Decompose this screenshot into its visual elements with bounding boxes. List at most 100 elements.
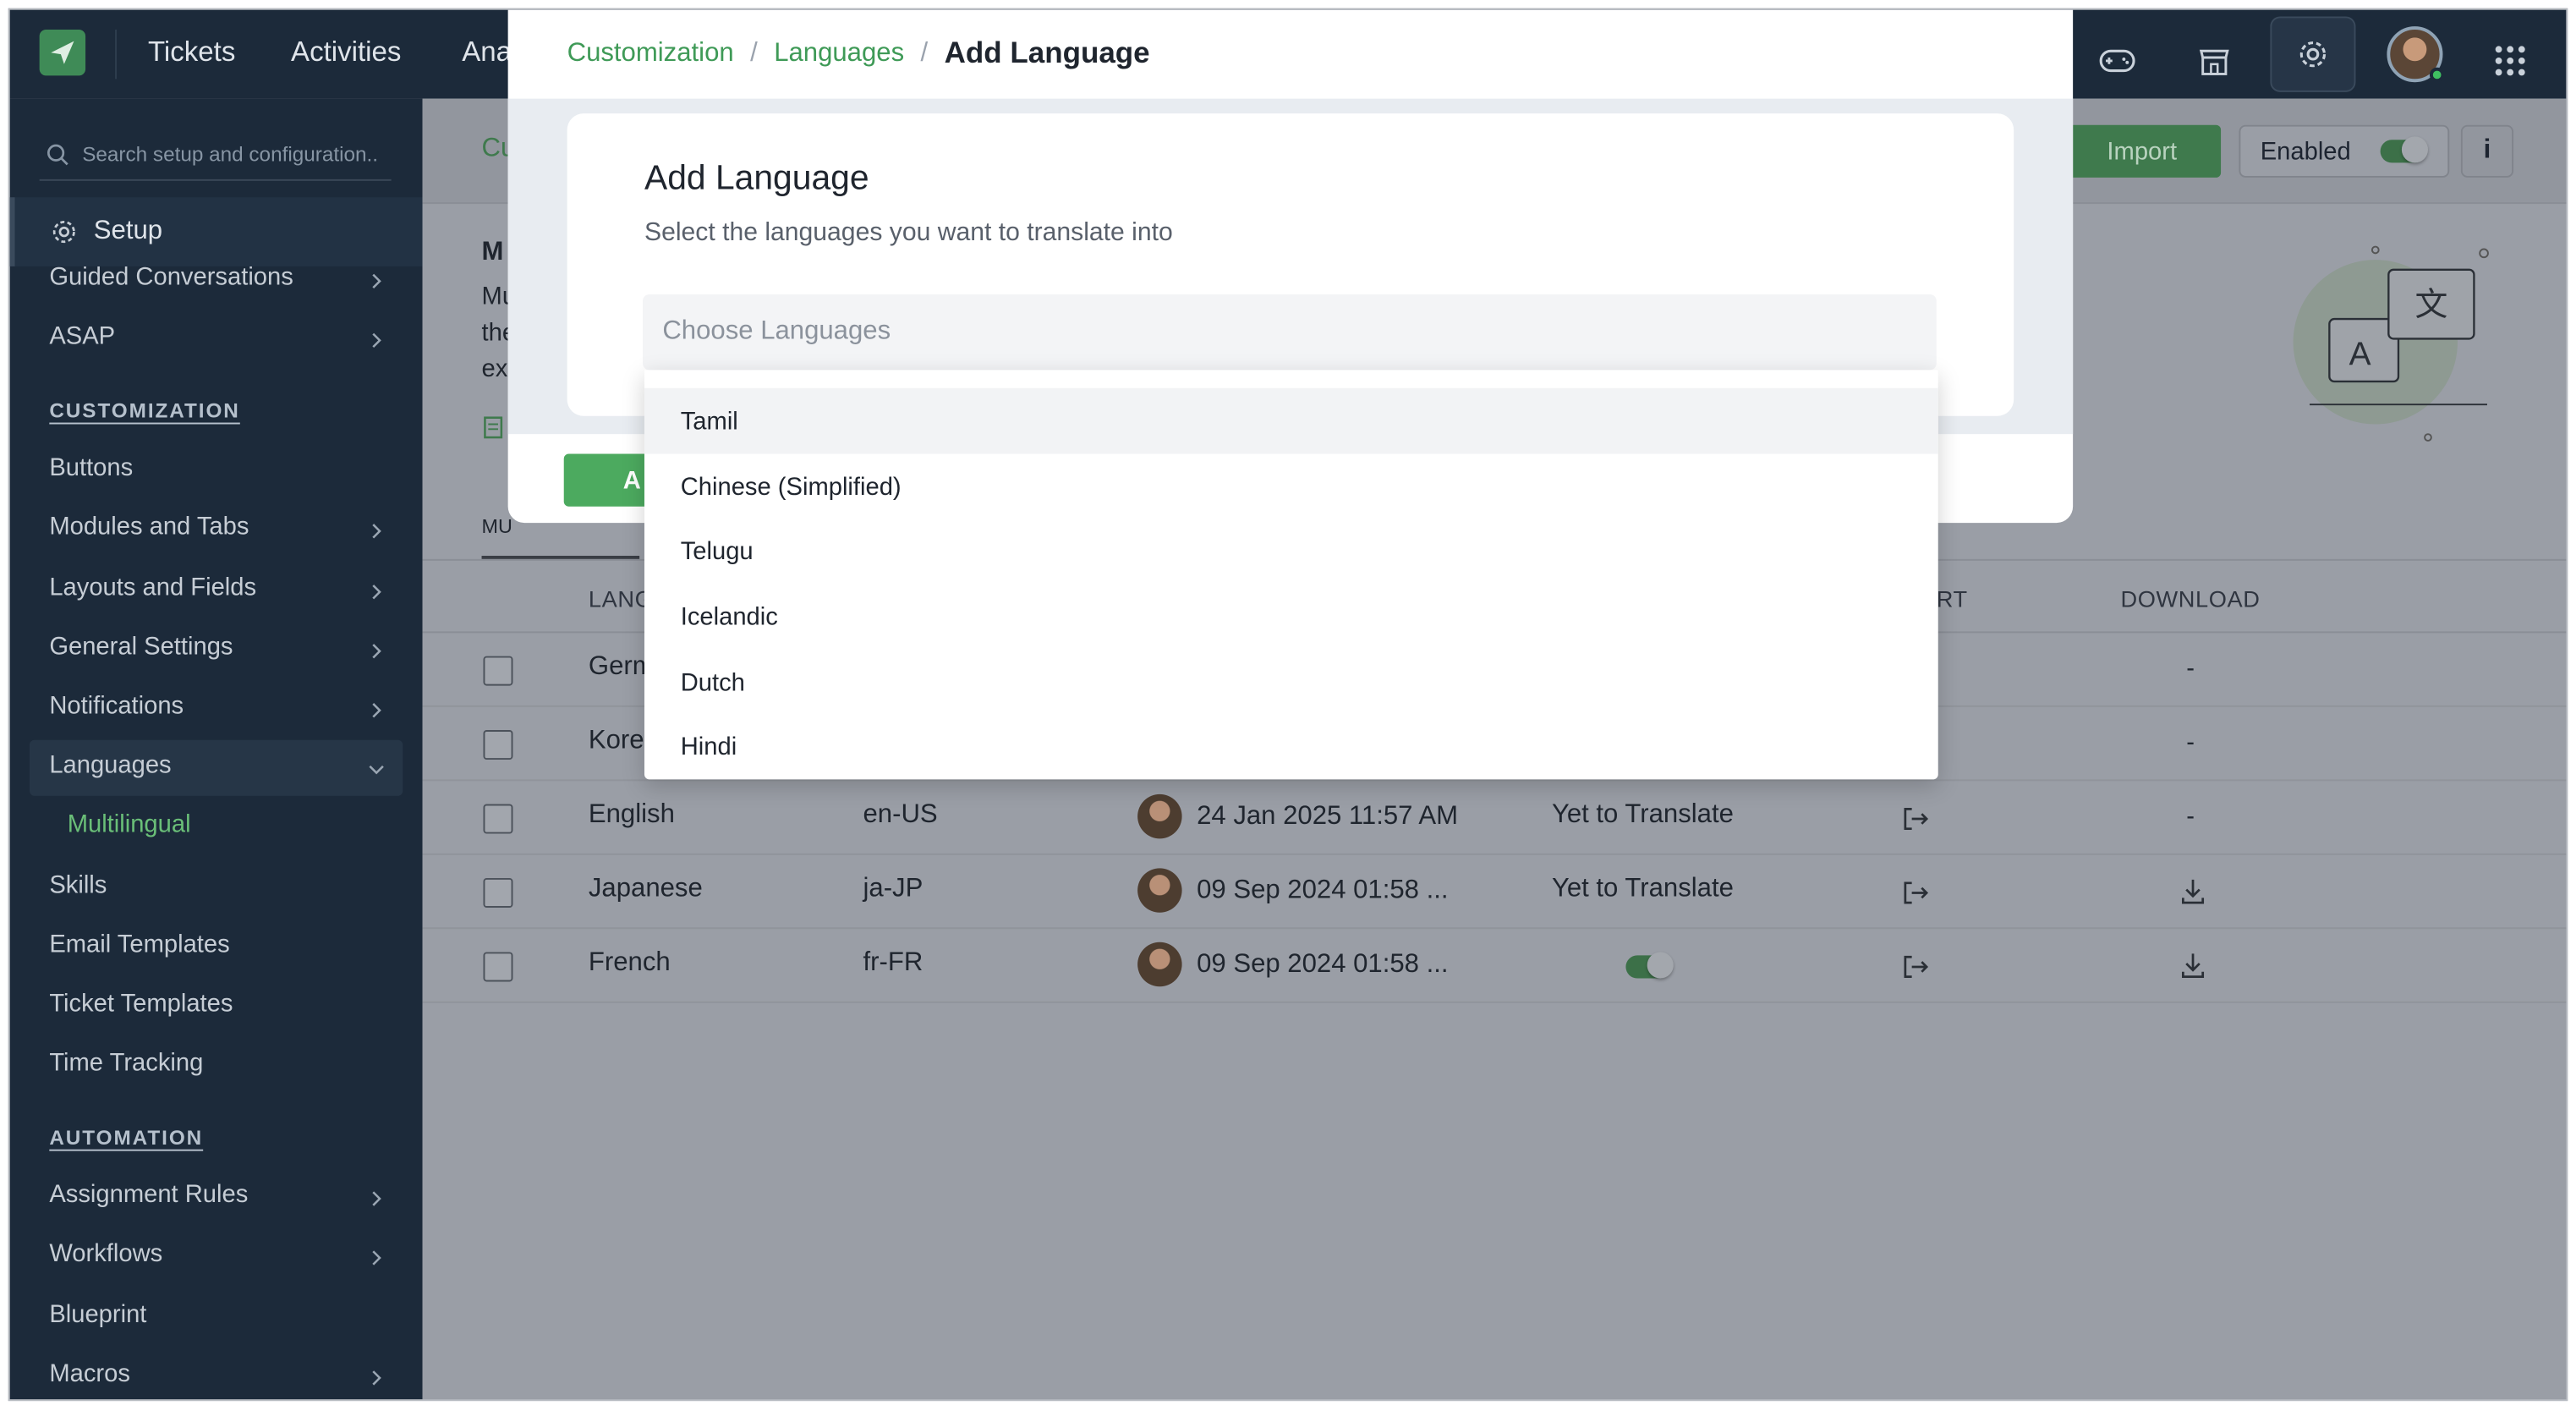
row-download: - bbox=[2186, 654, 2195, 683]
sidebar-item-workflows[interactable]: Workflows bbox=[49, 1240, 162, 1268]
row-language: Japanese bbox=[588, 875, 703, 903]
table-row[interactable]: Japanese ja-JP 09 Sep 2024 01:58 ... Yet… bbox=[422, 855, 2567, 930]
chevron-right-icon bbox=[372, 332, 381, 349]
divider bbox=[115, 29, 118, 80]
nav-tickets[interactable]: Tickets bbox=[148, 36, 235, 69]
app-logo[interactable] bbox=[39, 29, 86, 76]
user-avatar[interactable] bbox=[2387, 26, 2445, 83]
row-status: Yet to Translate bbox=[1551, 875, 1734, 903]
info-button[interactable]: i bbox=[2460, 124, 2514, 178]
row-status: Yet to Translate bbox=[1551, 800, 1734, 829]
sidebar-item-modules-and-tabs[interactable]: Modules and Tabs bbox=[49, 513, 249, 541]
settings-gear-icon[interactable] bbox=[2270, 16, 2356, 92]
sidebar-item-email-templates[interactable]: Email Templates bbox=[49, 931, 229, 958]
customization-heading: CUSTOMIZATION bbox=[49, 399, 240, 423]
nav-analytics[interactable]: Ana bbox=[462, 36, 512, 69]
section-heading-partial: M bbox=[481, 238, 504, 266]
option-dutch[interactable]: Dutch bbox=[644, 650, 1938, 716]
enabled-toggle[interactable] bbox=[2380, 136, 2428, 163]
sidebar-item-languages[interactable]: Languages bbox=[49, 751, 171, 779]
row-code: fr-FR bbox=[863, 948, 924, 977]
header-export-partial: RT bbox=[1936, 585, 1968, 612]
export-icon[interactable] bbox=[1900, 804, 1930, 834]
row-code: en-US bbox=[863, 800, 938, 829]
document-icon bbox=[484, 416, 503, 439]
option-telugu[interactable]: Telugu bbox=[644, 518, 1938, 584]
import-button[interactable]: Import bbox=[2063, 124, 2222, 178]
automation-heading: AUTOMATION bbox=[49, 1126, 204, 1150]
setup-header[interactable]: Setup bbox=[9, 197, 423, 266]
row-code: ja-JP bbox=[863, 875, 924, 903]
nav-activities[interactable]: Activities bbox=[291, 36, 401, 69]
screen: Tickets Activities Ana Search setup and … bbox=[0, 0, 2576, 1411]
sidebar-item-assignment-rules[interactable]: Assignment Rules bbox=[49, 1181, 248, 1209]
svg-text:A: A bbox=[2349, 337, 2371, 373]
row-checkbox[interactable] bbox=[483, 877, 513, 908]
enabled-toggle-box[interactable]: Enabled bbox=[2239, 124, 2450, 178]
status-toggle[interactable] bbox=[1625, 952, 1674, 979]
apps-grid-icon[interactable] bbox=[2472, 23, 2547, 98]
sidebar-item-blueprint[interactable]: Blueprint bbox=[49, 1301, 146, 1329]
game-controller-icon[interactable] bbox=[2080, 23, 2155, 98]
setup-label: Setup bbox=[93, 217, 163, 245]
row-language: Kore bbox=[588, 727, 644, 755]
tab-multilingual-partial[interactable]: MU bbox=[482, 514, 512, 537]
row-checkbox[interactable] bbox=[483, 656, 513, 686]
chevron-right-icon bbox=[372, 273, 381, 289]
sidebar-item-notifications[interactable]: Notifications bbox=[49, 692, 184, 720]
option-chinese-simplified[interactable]: Chinese (Simplified) bbox=[644, 453, 1938, 519]
row-download: - bbox=[2186, 728, 2195, 757]
row-checkbox[interactable] bbox=[483, 952, 513, 982]
sidebar-item-guided-conversations[interactable]: Guided Conversations bbox=[49, 263, 293, 291]
option-hindi[interactable]: Hindi bbox=[644, 714, 1938, 780]
choose-languages-input[interactable]: Choose Languages bbox=[643, 294, 1937, 371]
sidebar-item-asap[interactable]: ASAP bbox=[49, 322, 115, 350]
download-icon[interactable] bbox=[2179, 951, 2208, 980]
row-checkbox[interactable] bbox=[483, 730, 513, 760]
search-placeholder: Search setup and configuration.. bbox=[82, 142, 379, 166]
add-button[interactable]: A bbox=[563, 453, 646, 507]
table-row[interactable]: English en-US 24 Jan 2025 11:57 AM Yet t… bbox=[422, 781, 2567, 855]
sidebar-item-buttons[interactable]: Buttons bbox=[49, 453, 133, 481]
export-icon[interactable] bbox=[1900, 878, 1930, 908]
breadcrumb-separator: / bbox=[920, 38, 929, 67]
header-download: DOWNLOAD bbox=[2120, 585, 2261, 612]
chevron-right-icon bbox=[372, 1191, 381, 1206]
row-checkbox[interactable] bbox=[483, 804, 513, 834]
plane-logo-icon bbox=[51, 41, 74, 64]
table-row[interactable]: French fr-FR 09 Sep 2024 01:58 ... bbox=[422, 929, 2567, 1003]
modal-subtitle: Select the languages you want to transla… bbox=[644, 218, 1173, 247]
row-date: 09 Sep 2024 01:58 ... bbox=[1197, 950, 1449, 979]
sidebar-item-layouts-and-fields[interactable]: Layouts and Fields bbox=[49, 574, 256, 601]
export-icon[interactable] bbox=[1900, 952, 1930, 981]
sidebar-item-skills[interactable]: Skills bbox=[49, 871, 107, 899]
option-tamil[interactable]: Tamil bbox=[644, 387, 1938, 454]
breadcrumb-languages[interactable]: Languages bbox=[774, 39, 904, 69]
sidebar-search[interactable]: Search setup and configuration.. bbox=[39, 129, 392, 181]
breadcrumb-separator: / bbox=[750, 38, 758, 67]
sidebar: Search setup and configuration.. Setup G… bbox=[9, 98, 423, 1400]
breadcrumb-customization[interactable]: Customization bbox=[567, 39, 734, 69]
option-icelandic[interactable]: Icelandic bbox=[644, 584, 1938, 650]
row-date: 24 Jan 2025 11:57 AM bbox=[1197, 802, 1459, 831]
download-icon[interactable] bbox=[2179, 876, 2208, 906]
row-download: - bbox=[2186, 802, 2195, 831]
chevron-right-icon bbox=[372, 524, 381, 539]
app-window: Tickets Activities Ana Search setup and … bbox=[8, 8, 2568, 1402]
gear-icon bbox=[52, 221, 75, 244]
sidebar-item-macros[interactable]: Macros bbox=[49, 1360, 130, 1388]
sidebar-item-general-settings[interactable]: General Settings bbox=[49, 633, 233, 661]
chevron-right-icon bbox=[372, 585, 381, 600]
sidebar-item-ticket-templates[interactable]: Ticket Templates bbox=[49, 990, 233, 1018]
row-date: 09 Sep 2024 01:58 ... bbox=[1197, 876, 1449, 905]
row-language: English bbox=[588, 800, 675, 829]
user-avatar bbox=[1137, 942, 1182, 987]
sidebar-item-time-tracking[interactable]: Time Tracking bbox=[49, 1049, 203, 1077]
choose-languages-placeholder: Choose Languages bbox=[662, 317, 891, 346]
store-icon[interactable] bbox=[2177, 23, 2252, 98]
language-dropdown: Tamil Chinese (Simplified) Telugu Icelan… bbox=[644, 370, 1938, 780]
breadcrumb: Customization / Languages / Add Language bbox=[567, 36, 1150, 71]
svg-text:文: 文 bbox=[2414, 287, 2447, 323]
chevron-down-icon bbox=[369, 765, 384, 775]
sidebar-item-multilingual[interactable]: Multilingual bbox=[68, 810, 191, 838]
